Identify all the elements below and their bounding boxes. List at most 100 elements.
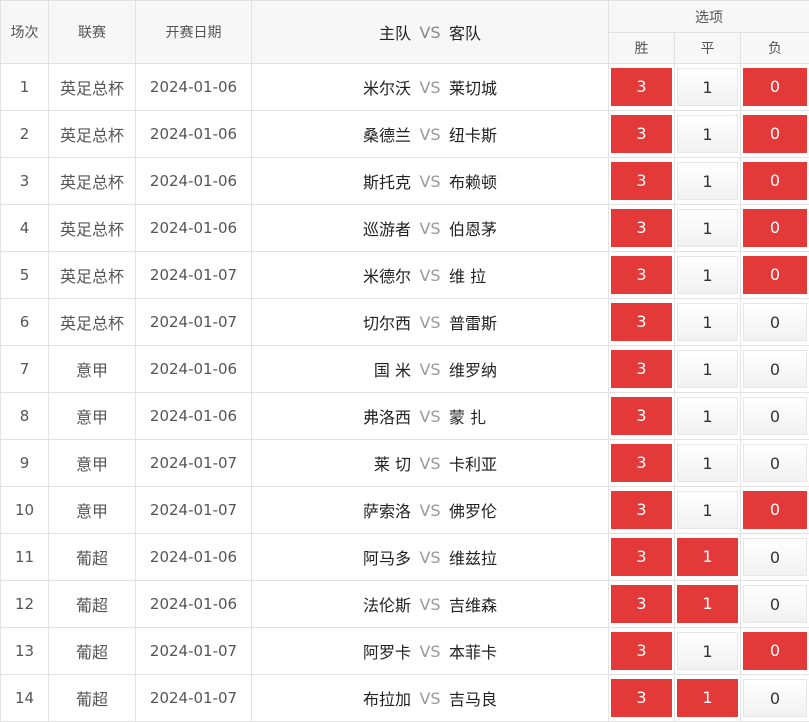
league-name: 葡超 <box>49 628 136 675</box>
league-name: 英足总杯 <box>49 252 136 299</box>
option-win-button[interactable]: 3 <box>611 256 672 294</box>
option-cell: 3 <box>609 158 675 205</box>
option-lose-button[interactable]: 0 <box>743 632 807 670</box>
league-name: 英足总杯 <box>49 111 136 158</box>
option-lose-button[interactable]: 0 <box>743 585 807 623</box>
match-teams: 阿罗卡VS本菲卡 <box>252 628 609 675</box>
vs-label: VS <box>411 642 449 661</box>
match-teams: 桑德兰VS纽卡斯 <box>252 111 609 158</box>
option-cell: 3 <box>609 111 675 158</box>
option-draw-button[interactable]: 1 <box>677 585 738 623</box>
table-row: 3英足总杯2024-01-06斯托克VS布赖顿310 <box>1 158 809 205</box>
match-date: 2024-01-07 <box>136 675 252 722</box>
table-row: 13葡超2024-01-07阿罗卡VS本菲卡310 <box>1 628 809 675</box>
option-draw-button[interactable]: 1 <box>677 209 738 247</box>
match-teams: 米尔沃VS莱切城 <box>252 64 609 111</box>
vs-label: VS <box>411 125 449 144</box>
header-win: 胜 <box>609 33 675 64</box>
option-cell: 3 <box>609 675 675 722</box>
away-team: 莱切城 <box>449 75 599 99</box>
match-date: 2024-01-06 <box>136 64 252 111</box>
option-win-button[interactable]: 3 <box>611 162 672 200</box>
table-row: 14葡超2024-01-07布拉加VS吉马良310 <box>1 675 809 722</box>
option-draw-button[interactable]: 1 <box>677 303 738 341</box>
option-lose-button[interactable]: 0 <box>743 444 807 482</box>
away-team: 本菲卡 <box>449 639 599 663</box>
match-teams: 萨索洛VS佛罗伦 <box>252 487 609 534</box>
home-team: 阿马多 <box>261 545 411 569</box>
away-team: 吉马良 <box>449 686 599 710</box>
option-win-button[interactable]: 3 <box>611 585 672 623</box>
home-team: 巡游者 <box>261 216 411 240</box>
option-win-button[interactable]: 3 <box>611 303 672 341</box>
away-team: 维兹拉 <box>449 545 599 569</box>
option-draw-button[interactable]: 1 <box>677 679 738 717</box>
match-teams: 巡游者VS伯恩茅 <box>252 205 609 252</box>
away-team: 维 拉 <box>449 263 599 287</box>
option-draw-button[interactable]: 1 <box>677 538 738 576</box>
match-date: 2024-01-06 <box>136 534 252 581</box>
option-draw-button[interactable]: 1 <box>677 162 738 200</box>
match-date: 2024-01-06 <box>136 111 252 158</box>
option-win-button[interactable]: 3 <box>611 115 672 153</box>
league-name: 意甲 <box>49 440 136 487</box>
header-away: 客队 <box>449 20 599 44</box>
option-win-button[interactable]: 3 <box>611 491 672 529</box>
vs-label: VS <box>411 548 449 567</box>
home-team: 萨索洛 <box>261 498 411 522</box>
option-cell: 3 <box>609 346 675 393</box>
table-row: 10意甲2024-01-07萨索洛VS佛罗伦310 <box>1 487 809 534</box>
option-lose-button[interactable]: 0 <box>743 303 807 341</box>
option-cell: 0 <box>741 440 809 487</box>
option-cell: 1 <box>675 628 741 675</box>
home-team: 米尔沃 <box>261 75 411 99</box>
match-number: 9 <box>1 440 49 487</box>
table-row: 12葡超2024-01-06法伦斯VS吉维森310 <box>1 581 809 628</box>
option-lose-button[interactable]: 0 <box>743 256 807 294</box>
league-name: 葡超 <box>49 581 136 628</box>
table-row: 2英足总杯2024-01-06桑德兰VS纽卡斯310 <box>1 111 809 158</box>
option-draw-button[interactable]: 1 <box>677 491 738 529</box>
option-lose-button[interactable]: 0 <box>743 491 807 529</box>
option-win-button[interactable]: 3 <box>611 679 672 717</box>
option-lose-button[interactable]: 0 <box>743 68 807 106</box>
match-number: 2 <box>1 111 49 158</box>
option-lose-button[interactable]: 0 <box>743 397 807 435</box>
option-draw-button[interactable]: 1 <box>677 115 738 153</box>
option-win-button[interactable]: 3 <box>611 632 672 670</box>
league-name: 葡超 <box>49 534 136 581</box>
option-win-button[interactable]: 3 <box>611 68 672 106</box>
option-lose-button[interactable]: 0 <box>743 538 807 576</box>
vs-label: VS <box>411 172 449 191</box>
match-number: 10 <box>1 487 49 534</box>
vs-label: VS <box>411 689 449 708</box>
option-draw-button[interactable]: 1 <box>677 397 738 435</box>
vs-label: VS <box>411 595 449 614</box>
option-cell: 1 <box>675 440 741 487</box>
option-cell: 1 <box>675 205 741 252</box>
option-win-button[interactable]: 3 <box>611 350 672 388</box>
option-win-button[interactable]: 3 <box>611 209 672 247</box>
option-lose-button[interactable]: 0 <box>743 679 807 717</box>
option-lose-button[interactable]: 0 <box>743 209 807 247</box>
away-team: 布赖顿 <box>449 169 599 193</box>
option-draw-button[interactable]: 1 <box>677 632 738 670</box>
option-lose-button[interactable]: 0 <box>743 115 807 153</box>
option-draw-button[interactable]: 1 <box>677 350 738 388</box>
option-win-button[interactable]: 3 <box>611 538 672 576</box>
away-team: 蒙 扎 <box>449 404 599 428</box>
option-lose-button[interactable]: 0 <box>743 350 807 388</box>
option-win-button[interactable]: 3 <box>611 397 672 435</box>
option-cell: 1 <box>675 534 741 581</box>
away-team: 维罗纳 <box>449 357 599 381</box>
option-cell: 1 <box>675 252 741 299</box>
option-draw-button[interactable]: 1 <box>677 256 738 294</box>
match-teams: 弗洛西VS蒙 扎 <box>252 393 609 440</box>
match-number: 3 <box>1 158 49 205</box>
option-draw-button[interactable]: 1 <box>677 444 738 482</box>
league-name: 英足总杯 <box>49 299 136 346</box>
table-row: 4英足总杯2024-01-06巡游者VS伯恩茅310 <box>1 205 809 252</box>
option-lose-button[interactable]: 0 <box>743 162 807 200</box>
option-draw-button[interactable]: 1 <box>677 68 738 106</box>
option-win-button[interactable]: 3 <box>611 444 672 482</box>
